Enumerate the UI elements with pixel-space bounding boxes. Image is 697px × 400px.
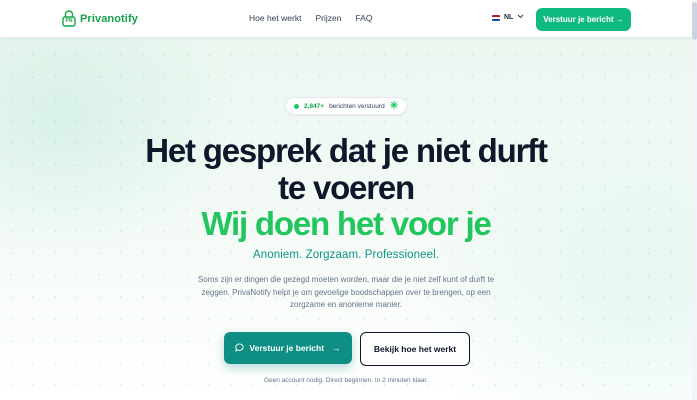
send-message-button[interactable]: Verstuur je bericht → — [224, 332, 352, 364]
nav-link-faq[interactable]: FAQ — [355, 13, 372, 23]
main-nav: Hoe het werkt Prijzen FAQ — [249, 13, 372, 23]
messages-sent-label: berichten verstuurd — [329, 102, 385, 110]
how-it-works-button[interactable]: Bekijk hoe het werkt — [360, 332, 470, 366]
nav-link-how-it-works[interactable]: Hoe het werkt — [249, 13, 301, 23]
brand-logo[interactable]: PN Privanotify — [62, 10, 138, 27]
hero-description: Soms zijn er dingen die gezegd moeten wo… — [197, 275, 495, 309]
language-selector[interactable]: NL — [492, 14, 524, 21]
top-navbar: PN Privanotify Hoe het werkt Prijzen FAQ… — [0, 0, 692, 38]
logo-initials: PN — [65, 18, 73, 24]
nav-link-pricing[interactable]: Prijzen — [315, 13, 341, 23]
header-send-message-button[interactable]: Verstuur je bericht → — [536, 8, 631, 31]
arrow-right-icon: → — [332, 343, 341, 353]
sparkle-icon — [389, 101, 398, 111]
send-message-label: Verstuur je bericht — [249, 343, 325, 353]
language-code: NL — [504, 14, 514, 21]
hero-headline-line-1: Het gesprek dat je niet durft — [145, 132, 548, 169]
hero-headline-line-2: te voeren — [278, 169, 415, 206]
live-dot-icon — [294, 103, 299, 109]
lock-logo-icon: PN — [62, 10, 76, 27]
hero-headline-line-3: Wij doen het voor je — [201, 205, 491, 242]
chevron-down-icon — [517, 14, 524, 21]
messages-sent-badge: 2,847+ berichten verstuurd — [285, 97, 407, 115]
messages-sent-count: 2,847+ — [304, 102, 325, 110]
scrollbar-track[interactable] — [692, 0, 697, 400]
hero-footnote: Geen account nodig. Direct beginnen. In … — [263, 377, 429, 384]
hero-tagline: Anoniem. Zorgzaam. Professioneel. — [252, 249, 440, 261]
brand-name: Privanotify — [80, 12, 138, 25]
netherlands-flag-icon — [492, 14, 500, 21]
chat-bubble-icon — [235, 342, 244, 354]
scrollbar-thumb[interactable] — [692, 2, 697, 40]
